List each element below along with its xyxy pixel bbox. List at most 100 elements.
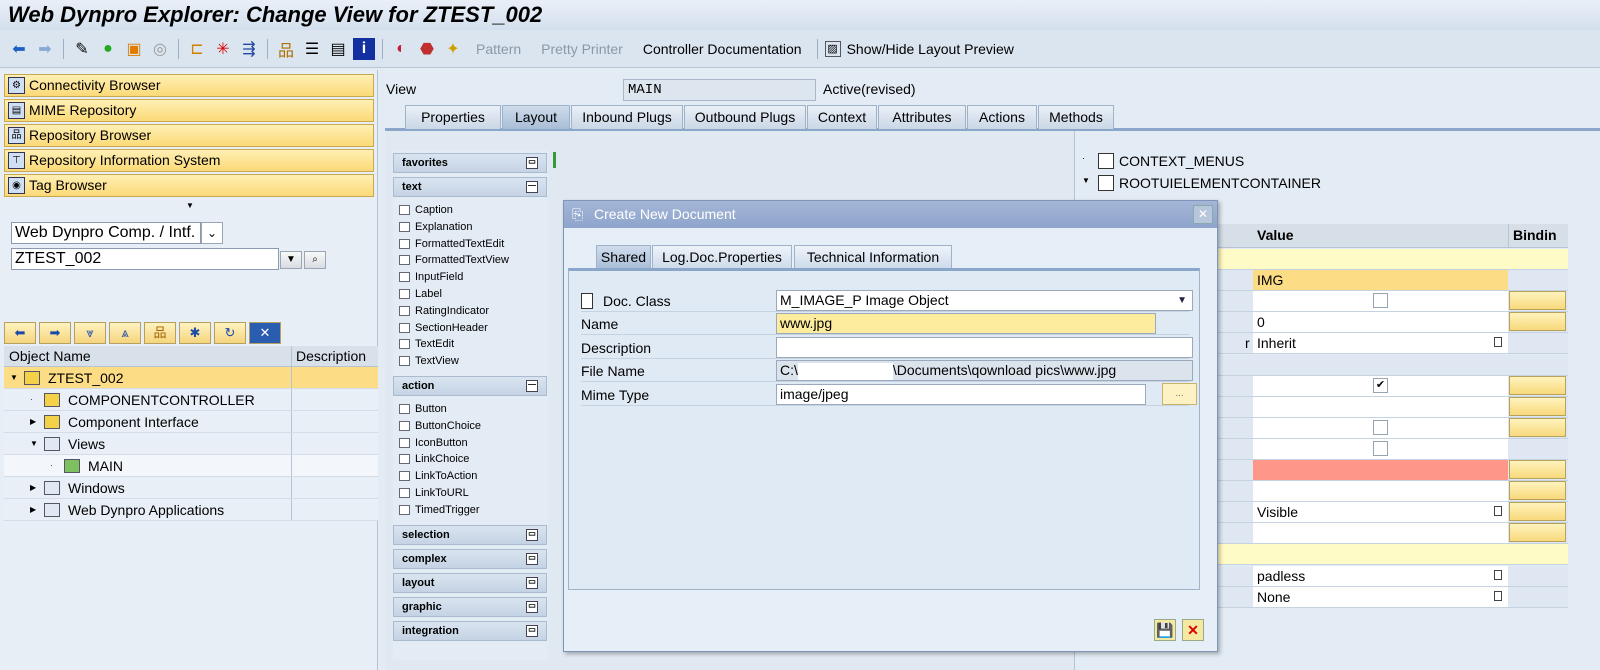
binding-button[interactable] [1509, 523, 1566, 543]
tab-outbound-plugs[interactable]: Outbound Plugs [684, 105, 806, 129]
tab-shared[interactable]: Shared [596, 245, 651, 269]
property-value[interactable] [1253, 438, 1508, 459]
collapse-icon[interactable]: — [526, 181, 538, 193]
palette-group-action[interactable]: action — [393, 376, 547, 396]
activate-icon[interactable]: ● [97, 38, 119, 60]
dropdown-button[interactable]: ▼ [280, 251, 302, 269]
tag-browser-button[interactable]: ◉ Tag Browser [4, 174, 374, 197]
splitter-arrow-icon[interactable]: ▼ [186, 201, 194, 210]
hierarchy-icon[interactable]: 品 [144, 322, 176, 344]
repository-browser-button[interactable]: 品 Repository Browser [4, 124, 374, 147]
expander-icon[interactable]: ▶ [30, 477, 36, 499]
new-icon[interactable]: ✱ [179, 322, 211, 344]
palette-item[interactable]: SectionHeader [399, 320, 488, 336]
edit-icon[interactable]: ✎ [71, 38, 93, 60]
binding-button[interactable] [1509, 502, 1566, 522]
property-value[interactable] [1253, 396, 1508, 417]
value-help-icon[interactable] [1494, 569, 1502, 580]
binding-button[interactable] [1509, 481, 1566, 501]
collapse-icon[interactable]: — [526, 380, 538, 392]
tab-inbound-plugs[interactable]: Inbound Plugs [571, 105, 683, 129]
connectivity-browser-button[interactable]: ⚙ Connectivity Browser [4, 74, 374, 97]
hierarchy-node[interactable]: CONTEXT_MENUS [1119, 153, 1244, 169]
refresh-icon[interactable]: ↻ [214, 322, 246, 344]
expander-icon[interactable]: ▶ [30, 411, 36, 433]
property-value[interactable]: None [1253, 586, 1508, 607]
palette-group-favorites[interactable]: favorites ▭ [393, 153, 547, 173]
mime-type-input[interactable]: image/jpeg [776, 384, 1146, 405]
hierarchy-icon[interactable]: 品 [275, 38, 297, 60]
property-value[interactable]: IMG [1253, 270, 1508, 291]
binding-button[interactable] [1509, 460, 1566, 479]
checkbox[interactable] [1373, 419, 1388, 435]
test-icon[interactable]: ⬣ [416, 38, 438, 60]
forward-icon[interactable]: ➡ [39, 322, 71, 344]
column-object-name[interactable]: Object Name [4, 346, 292, 366]
palette-group-layout[interactable]: layout ▭ [393, 572, 547, 593]
expand-icon[interactable]: ▭ [526, 528, 538, 541]
back-icon[interactable]: ⬅ [4, 322, 36, 344]
property-value[interactable] [1253, 523, 1508, 544]
display-object-list-icon[interactable]: ▤ [327, 38, 349, 60]
palette-item[interactable]: Label [399, 286, 442, 302]
palette-item[interactable]: LinkChoice [399, 451, 469, 467]
palette-item[interactable]: Button [399, 401, 447, 417]
description-input[interactable] [776, 337, 1193, 358]
pattern-button[interactable]: Pattern [468, 41, 529, 57]
palette-item[interactable]: Caption [399, 202, 453, 218]
palette-item[interactable]: ButtonChoice [399, 418, 481, 434]
binding-button[interactable] [1509, 417, 1566, 437]
spotlight-icon[interactable]: ✳ [212, 38, 234, 60]
column-description[interactable]: Description [292, 346, 378, 366]
tree-row[interactable]: · MAIN [4, 455, 378, 477]
property-value[interactable]: 0 [1253, 312, 1508, 333]
stack-icon[interactable]: ☰ [301, 38, 323, 60]
palette-group-selection[interactable]: selection ▭ [393, 524, 547, 545]
hierarchy-node[interactable]: ROOTUIELEMENTCONTAINER [1119, 175, 1321, 191]
expander-icon[interactable]: ▼ [10, 367, 18, 389]
forward-icon[interactable]: ➡ [34, 38, 56, 60]
palette-item[interactable]: LinkToURL [399, 485, 469, 501]
property-value[interactable]: Inherit [1253, 333, 1508, 354]
palette-item[interactable]: Explanation [399, 219, 473, 235]
binding-button[interactable] [1509, 312, 1566, 332]
object-name-input[interactable]: ZTEST_002 [11, 248, 279, 270]
other-object-icon[interactable]: ▣ [123, 38, 145, 60]
property-value[interactable] [1253, 417, 1508, 438]
property-value[interactable]: ✔ [1253, 375, 1508, 396]
tree-row[interactable]: ▼ Views [4, 433, 378, 455]
doc-class-select[interactable]: M_IMAGE_P Image Object ▼ [776, 290, 1193, 311]
palette-group-complex[interactable]: complex ▭ [393, 548, 547, 569]
expander-icon[interactable]: ▼ [30, 433, 38, 455]
value-help-icon[interactable] [1494, 590, 1502, 601]
tab-technical-information[interactable]: Technical Information [794, 245, 952, 269]
info-icon[interactable]: i [353, 37, 375, 60]
property-value[interactable] [1253, 460, 1508, 480]
palette-item[interactable]: TimedTrigger [399, 502, 480, 518]
column-binding[interactable]: Bindin [1513, 227, 1557, 243]
tree-row[interactable]: ▶ Windows [4, 477, 378, 499]
navigate-icon[interactable]: ⇶ [238, 38, 260, 60]
tab-actions[interactable]: Actions [967, 105, 1037, 129]
expand-icon[interactable]: ▭ [526, 157, 538, 169]
wizard-icon[interactable]: ✦ [442, 38, 464, 60]
layout-preview-icon[interactable]: ▨ [824, 40, 841, 57]
tab-context[interactable]: Context [807, 105, 877, 129]
expand-icon[interactable]: ⩔ [74, 322, 106, 344]
checkbox[interactable] [1373, 293, 1388, 309]
cancel-button[interactable]: ✕ [1182, 619, 1204, 641]
back-icon[interactable]: ⬅ [8, 38, 30, 60]
expand-icon[interactable]: ▭ [526, 552, 538, 565]
controller-documentation-button[interactable]: Controller Documentation [635, 41, 810, 57]
palette-item[interactable]: TextEdit [399, 336, 454, 352]
tree-row[interactable]: ▶ Component Interface [4, 411, 378, 433]
property-value[interactable] [1253, 291, 1508, 312]
palette-item[interactable]: IconButton [399, 435, 468, 451]
web-icon[interactable]: ◐ [390, 38, 412, 60]
palette-group-graphic[interactable]: graphic ▭ [393, 596, 547, 617]
tab-layout[interactable]: Layout [502, 105, 570, 129]
palette-group-text[interactable]: text — [393, 177, 547, 197]
tab-attributes[interactable]: Attributes [878, 105, 966, 129]
repository-information-system-button[interactable]: ⊤ Repository Information System [4, 149, 374, 172]
expander-icon[interactable]: ▶ [30, 499, 36, 521]
